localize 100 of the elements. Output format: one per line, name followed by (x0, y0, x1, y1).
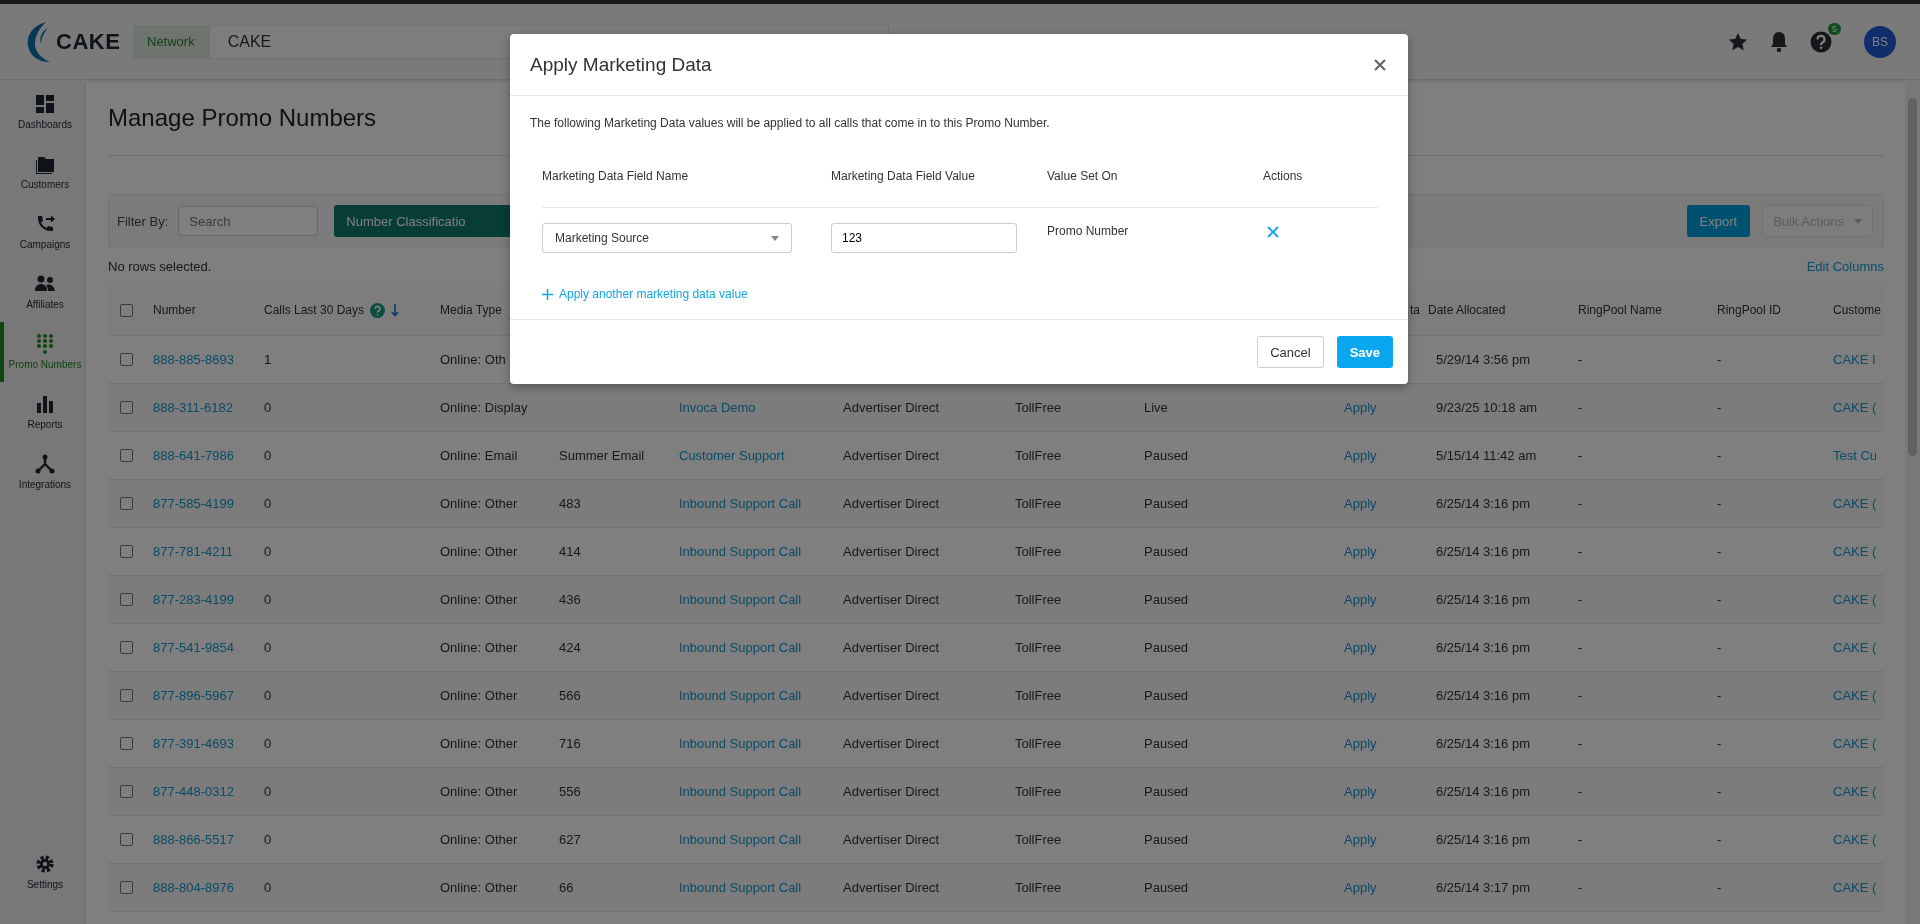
sidebar-item[interactable]: Affiliates (0, 262, 86, 322)
table-link[interactable]: Apply (1344, 832, 1377, 847)
table-link[interactable]: Apply (1344, 784, 1377, 799)
add-value-link[interactable]: Apply another marketing data value (542, 287, 748, 301)
table-link[interactable]: Apply (1344, 544, 1377, 559)
table-link[interactable]: CAKE I (1833, 352, 1876, 367)
table-link[interactable]: CAKE ( (1833, 544, 1877, 559)
table-link[interactable]: Inbound Support Call (679, 784, 802, 799)
checkbox[interactable] (120, 785, 133, 798)
sidebar-item[interactable]: Reports (0, 382, 86, 442)
table-cell: Advertiser Direct (843, 832, 940, 847)
search-field[interactable]: Search (178, 206, 319, 236)
column-header[interactable]: RingPool ID (1717, 303, 1782, 317)
table-link[interactable]: Inbound Support Call (679, 592, 802, 607)
table-cell: Advertiser Direct (843, 592, 940, 607)
save-button[interactable]: Save (1336, 336, 1393, 368)
field-value-input[interactable]: 123 (831, 223, 1017, 253)
column-header[interactable]: Custome (1833, 303, 1882, 317)
table-cell: 716 (559, 736, 581, 751)
sidebar-item[interactable]: Dashboards (0, 82, 86, 142)
column-header[interactable]: RingPool Name (1578, 303, 1663, 317)
checkbox[interactable] (120, 401, 133, 414)
sidebar-item[interactable]: Customers (0, 142, 86, 202)
table-link[interactable]: CAKE ( (1833, 688, 1877, 703)
checkbox[interactable] (120, 545, 133, 558)
checkbox[interactable] (120, 353, 133, 366)
edit-columns-link[interactable]: Edit Columns (1806, 259, 1884, 274)
table-cell: Online: Other (440, 832, 518, 847)
sidebar-item[interactable]: Campaigns (0, 202, 86, 262)
table-link[interactable]: Inbound Support Call (679, 688, 802, 703)
table-link[interactable]: 888-641-7986 (153, 448, 234, 463)
table-link[interactable]: Inbound Support Call (679, 544, 802, 559)
table-cell: TollFree (1015, 640, 1062, 655)
export-button[interactable]: Export (1686, 205, 1751, 237)
checkbox[interactable] (120, 593, 133, 606)
table-link[interactable]: Inbound Support Call (679, 832, 802, 847)
user-avatar[interactable]: BS (1864, 25, 1896, 58)
table-link[interactable]: Apply (1344, 736, 1377, 751)
table-link[interactable]: Apply (1344, 688, 1377, 703)
table-link[interactable]: 877-541-9854 (153, 640, 234, 655)
column-header: Marketing Data Field Value (831, 169, 976, 183)
bell-icon[interactable] (1770, 30, 1788, 53)
table-link[interactable]: CAKE ( (1833, 784, 1877, 799)
table-link[interactable]: CAKE ( (1833, 496, 1877, 511)
remove-icon[interactable] (1267, 226, 1279, 238)
table-link[interactable]: Inbound Support Call (679, 496, 802, 511)
table-link[interactable]: 888-311-6182 (153, 400, 233, 415)
table-link[interactable]: Inbound Support Call (679, 736, 802, 751)
table-link[interactable]: 877-585-4199 (153, 496, 234, 511)
table-link[interactable]: Test Cu (1833, 448, 1878, 463)
table-link[interactable]: 888-885-8693 (153, 352, 234, 367)
checkbox[interactable] (120, 881, 133, 894)
checkbox[interactable] (120, 303, 133, 317)
table-link[interactable]: CAKE ( (1833, 592, 1877, 607)
table-link[interactable]: Inbound Support Call (679, 880, 802, 895)
cancel-button[interactable]: Cancel (1257, 336, 1324, 368)
table-link[interactable]: Apply (1344, 400, 1377, 415)
help-icon[interactable] (1810, 30, 1832, 53)
column-header[interactable]: Date Allocated (1428, 303, 1506, 317)
column-header[interactable]: ta (1410, 303, 1420, 317)
field-name-dropdown[interactable]: Marketing Source (542, 223, 792, 253)
column-header[interactable]: Number (153, 303, 196, 317)
column-header[interactable]: Media Type (440, 303, 502, 317)
table-link[interactable]: CAKE ( (1833, 880, 1877, 895)
table-cell: 0 (264, 640, 272, 655)
checkbox[interactable] (120, 737, 133, 750)
sidebar-item[interactable]: Settings (0, 842, 86, 902)
checkbox[interactable] (120, 641, 133, 654)
sort-arrow-icon[interactable] (391, 303, 400, 317)
table-link[interactable]: 877-896-5967 (153, 688, 234, 703)
table-link[interactable]: 877-283-4199 (153, 592, 234, 607)
table-link[interactable]: 877-391-4693 (153, 736, 234, 751)
table-link[interactable]: Apply (1344, 496, 1377, 511)
table-link[interactable]: Apply (1344, 880, 1377, 895)
table-link[interactable]: Customer Support (679, 448, 785, 463)
sidebar-item[interactable]: Integrations (0, 442, 86, 502)
table-cell: Summer Email (559, 448, 645, 463)
checkbox[interactable] (120, 449, 133, 462)
table-link[interactable]: Apply (1344, 448, 1377, 463)
close-icon[interactable] (1374, 58, 1386, 71)
table-link[interactable]: 877-448-0312 (153, 784, 234, 799)
table-link[interactable]: 877-781-4211 (153, 544, 233, 559)
table-link[interactable]: Apply (1344, 640, 1377, 655)
table-link[interactable]: 888-804-8976 (153, 880, 234, 895)
table-link[interactable]: CAKE ( (1833, 400, 1877, 415)
checkbox[interactable] (120, 689, 133, 702)
star-icon[interactable] (1728, 31, 1748, 52)
table-link[interactable]: Invoca Demo (679, 400, 756, 415)
table-link[interactable]: CAKE ( (1833, 640, 1877, 655)
table-link[interactable]: Inbound Support Call (679, 640, 802, 655)
table-link[interactable]: CAKE ( (1833, 736, 1877, 751)
table-cell: 0 (264, 784, 272, 799)
column-header[interactable]: Calls Last 30 Days (264, 303, 365, 317)
table-link[interactable]: CAKE ( (1833, 832, 1877, 847)
table-link[interactable]: Apply (1344, 592, 1377, 607)
checkbox[interactable] (120, 497, 133, 510)
table-link[interactable]: 888-866-5517 (153, 832, 234, 847)
caret-icon (771, 235, 779, 241)
help-icon[interactable] (370, 302, 386, 318)
checkbox[interactable] (120, 833, 133, 846)
